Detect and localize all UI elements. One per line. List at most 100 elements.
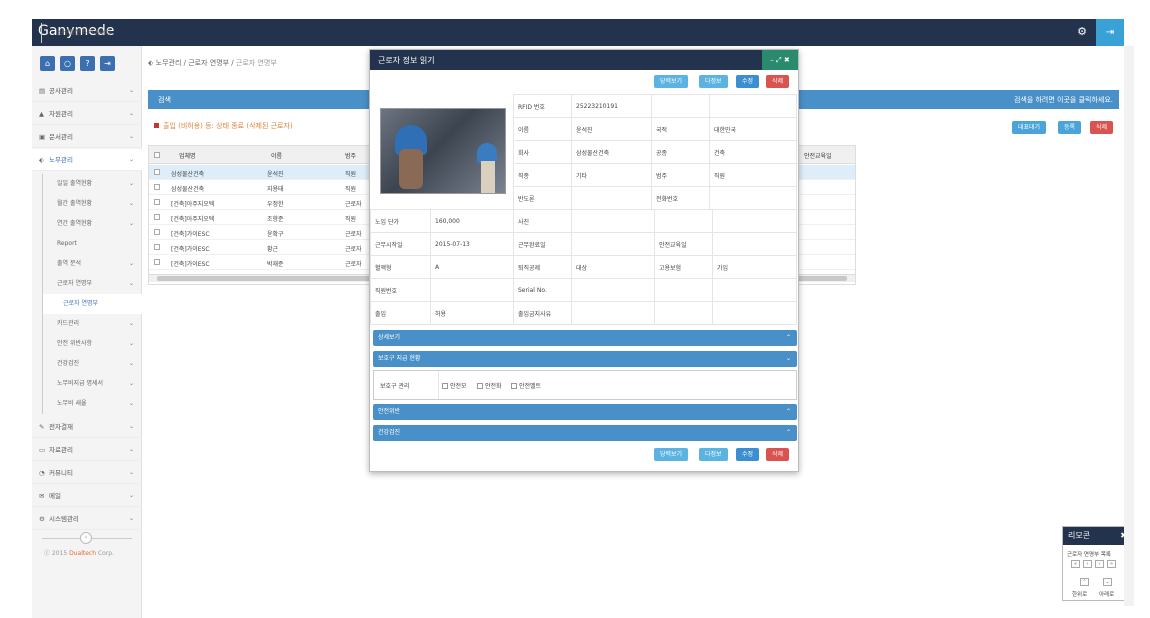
- worker-info-modal: 근로자 정보 읽기 – ⤢ ✖ 당력보기 다정보 수정 삭제 RFID 번호 25…: [369, 49, 799, 472]
- first-page-icon[interactable]: «: [1071, 560, 1080, 568]
- sidebar-sub-card[interactable]: 카드관리 ⌄: [42, 314, 152, 334]
- col-company[interactable]: 업체명: [179, 151, 196, 160]
- gear-checkbox-helmet[interactable]: 안전모: [442, 381, 467, 390]
- sidebar-sub-roster[interactable]: 근로자 연명부 ⌄: [42, 274, 152, 294]
- sidebar-sub-roster-list[interactable]: 근로자 연명부: [42, 294, 152, 314]
- delete-button[interactable]: 삭제: [1090, 121, 1114, 134]
- sidebar-sub-daily[interactable]: 일일 출역현황 ⌄: [42, 174, 152, 194]
- sidebar-sub-payslip[interactable]: 노무비지급 명세서 ⌄: [42, 374, 152, 394]
- field-label: 근무완료일: [513, 232, 572, 256]
- wage-value: 160,000: [430, 209, 514, 233]
- breadcrumb-item[interactable]: 노무관리: [156, 59, 182, 67]
- sidebar-sub-health[interactable]: 건강검진 ⌄: [42, 354, 152, 374]
- sidebar-sub-analysis[interactable]: 출역 분석 ⌄: [42, 254, 152, 274]
- home-icon[interactable]: ⌂: [40, 56, 55, 71]
- modal-header[interactable]: 근로자 정보 읽기 – ⤢ ✖: [370, 50, 798, 70]
- row-checkbox[interactable]: [154, 169, 160, 175]
- window-controls[interactable]: – ⤢ ✖: [762, 50, 798, 70]
- help-icon[interactable]: ?: [80, 56, 95, 71]
- history-button[interactable]: 당력보기: [654, 448, 689, 461]
- prev-page-icon[interactable]: ‹: [1083, 560, 1092, 568]
- sidebar-item-system[interactable]: ⚙ 시스템관리 ⌄: [32, 508, 142, 530]
- sidebar-item-archive[interactable]: ▭ 자료관리 ⌄: [32, 439, 142, 461]
- exit-icon[interactable]: ⇥: [100, 56, 115, 71]
- collapse-icon[interactable]: ‹: [80, 532, 92, 544]
- scroll-down-icon[interactable]: ⌄: [1103, 578, 1112, 586]
- cell-category: 직원: [345, 216, 357, 223]
- register-button[interactable]: 등록: [1058, 121, 1082, 134]
- chevron-down-icon: ⌄: [128, 220, 134, 227]
- gear-checkbox-boots[interactable]: 안전화: [477, 381, 502, 390]
- worker-detail-grid: 노임 단가 160,000 사진 근무시작일 2015-07-13 근무완료일 안전교육일…: [370, 209, 797, 325]
- page-scrollbar[interactable]: [1124, 46, 1134, 606]
- sidebar-sub-report[interactable]: Report: [42, 234, 152, 254]
- gear-section-toggle[interactable]: 보호구 지급 현황 ⌄: [373, 351, 797, 367]
- row-checkbox[interactable]: [154, 244, 160, 250]
- more-info-button[interactable]: 다정보: [699, 75, 728, 88]
- checkbox-icon: [442, 383, 448, 389]
- row-checkbox[interactable]: [154, 229, 160, 235]
- app-brand[interactable]: Ganymede [삼성물산 P-Project]: [38, 23, 114, 43]
- gear-icon[interactable]: ⚙: [1075, 25, 1089, 39]
- sidebar-sub-rate[interactable]: 노무비 새율 ⌄: [42, 394, 152, 414]
- row-checkbox[interactable]: [154, 259, 160, 265]
- worker-photo: [380, 108, 506, 194]
- row-checkbox[interactable]: [154, 214, 160, 220]
- start-date-value: 2015-07-13: [430, 232, 514, 256]
- history-button[interactable]: 당력보기: [654, 75, 689, 88]
- minimize-icon[interactable]: –: [770, 56, 774, 64]
- row-checkbox[interactable]: [154, 184, 160, 190]
- delete-button[interactable]: 삭제: [766, 448, 790, 461]
- chevron-down-icon: ⌄: [128, 180, 134, 187]
- chevron-down-icon: ⌄: [128, 260, 134, 267]
- standby-button[interactable]: 대표대기: [1012, 121, 1047, 134]
- violation-section-toggle[interactable]: 안전위반 ⌃: [373, 404, 797, 420]
- chevron-down-icon: ⌄: [128, 400, 134, 407]
- section-title: 안전위반: [378, 408, 401, 415]
- gear-checkbox-belt[interactable]: 안전벨트: [511, 381, 541, 390]
- company-value: 삼성물산건축: [571, 140, 652, 164]
- restore-icon[interactable]: ⤢: [776, 56, 782, 64]
- copyright-brand: Dualtech: [69, 550, 97, 557]
- field-label: RFID 번호: [513, 94, 572, 118]
- delete-button[interactable]: 삭제: [766, 75, 790, 88]
- health-section-toggle[interactable]: 건강검진 ⌃: [373, 425, 797, 441]
- breadcrumb-item[interactable]: 근로자 연명부: [188, 59, 229, 67]
- search-panel-hint[interactable]: 검색을 하려면 이곳을 클릭하세요.: [1014, 95, 1113, 105]
- sidebar-item-approval[interactable]: ✎ 전자결재 ⌄: [32, 416, 142, 438]
- row-checkbox[interactable]: [154, 199, 160, 205]
- edit-button[interactable]: 수정: [736, 75, 760, 88]
- sidebar-item-documents[interactable]: ▣ 문서관리 ⌄: [32, 126, 142, 148]
- select-all-checkbox[interactable]: [154, 152, 160, 158]
- logout-icon[interactable]: ⇥: [1096, 19, 1124, 46]
- col-category[interactable]: 범주: [345, 151, 356, 160]
- field-label: 회사: [513, 140, 572, 164]
- sidebar-sub-safety[interactable]: 안전 위반사항 ⌄: [42, 334, 152, 354]
- col-name[interactable]: 이름: [271, 151, 282, 160]
- field-label: 출입금지사유: [513, 301, 572, 325]
- edit-button[interactable]: 수정: [736, 448, 760, 461]
- sidebar-sub-label: 안전 위반사항: [57, 340, 93, 347]
- field-label: 노임 단가: [370, 209, 431, 233]
- sidebar-sub-yearly[interactable]: 연간 출역현황 ⌄: [42, 214, 152, 234]
- last-page-icon[interactable]: »: [1107, 560, 1116, 568]
- sidebar-item-construction[interactable]: ▤ 공사관리 ⌄: [32, 80, 142, 102]
- scroll-up-icon[interactable]: ⌃: [1080, 578, 1089, 586]
- circle-icon[interactable]: ○: [60, 56, 75, 71]
- close-icon[interactable]: ✖: [784, 56, 790, 64]
- sidebar-item-labor[interactable]: ⬖ 노무관리 ⌄: [32, 149, 142, 171]
- col-safety-date[interactable]: 안전교육일: [804, 151, 832, 160]
- section-title: 상세보기: [378, 334, 401, 341]
- next-page-icon[interactable]: ›: [1095, 560, 1104, 568]
- detail-section-toggle[interactable]: 상세보기 ⌃: [373, 330, 797, 346]
- sidebar-sub-monthly[interactable]: 월간 출역현황 ⌄: [42, 194, 152, 214]
- status-square-icon: [154, 123, 159, 128]
- sidebar-item-mail[interactable]: ✉ 메일 ⌄: [32, 485, 142, 507]
- sidebar-item-community[interactable]: ◔ 커뮤니티 ⌄: [32, 462, 142, 484]
- sidebar-item-resources[interactable]: ▲ 자원관리 ⌄: [32, 103, 142, 125]
- chevron-down-icon: ⌄: [128, 280, 134, 287]
- field-label: 이름: [513, 117, 572, 141]
- chevron-down-icon: ⌄: [128, 515, 134, 522]
- more-info-button[interactable]: 다정보: [699, 448, 728, 461]
- retirement-value: 대상: [571, 255, 655, 279]
